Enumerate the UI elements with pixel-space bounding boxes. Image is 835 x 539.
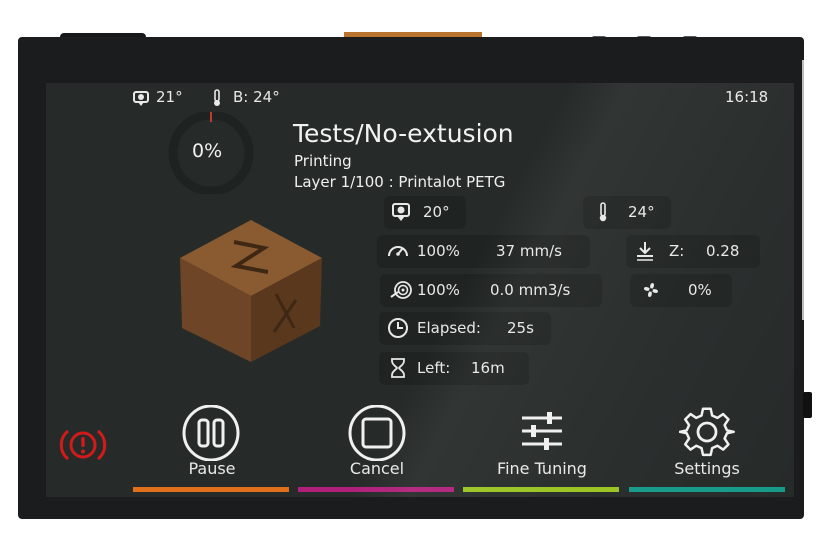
fan-icon bbox=[643, 282, 659, 298]
thermometer-icon bbox=[599, 202, 607, 222]
device-side-button[interactable] bbox=[803, 392, 812, 418]
stat-elapsed: Elapsed: 25s bbox=[379, 312, 551, 345]
speedometer-icon bbox=[388, 246, 408, 257]
stat-bed-temp: 24° bbox=[583, 196, 671, 229]
job-state: Printing bbox=[294, 152, 352, 170]
stat-fan[interactable]: 0% bbox=[630, 274, 732, 307]
clock-icon bbox=[388, 318, 408, 338]
sliders-icon bbox=[522, 412, 562, 450]
pause-indicator bbox=[133, 487, 289, 492]
stat-z-offset[interactable]: Z: 0.28 bbox=[626, 235, 760, 268]
stat-extruder-temp: 20° bbox=[384, 196, 466, 229]
stat-time-left: Left: 16m bbox=[379, 352, 529, 385]
clock: 16:18 bbox=[725, 88, 769, 106]
cancel-icon bbox=[348, 405, 406, 461]
z-offset-icon bbox=[637, 242, 653, 261]
cancel-indicator bbox=[298, 487, 454, 492]
extruder-icon bbox=[392, 203, 410, 221]
progress-ring: 0% bbox=[164, 110, 258, 196]
status-extruder-temp: 21° bbox=[156, 88, 183, 106]
status-bed-temp: B: 24° bbox=[233, 88, 280, 106]
hourglass-icon bbox=[391, 358, 405, 378]
pause-label: Pause bbox=[188, 459, 236, 478]
progress-percent: 0% bbox=[192, 140, 223, 162]
model-thumbnail bbox=[180, 220, 322, 362]
flow-icon bbox=[390, 281, 412, 299]
settings-label: Settings bbox=[674, 459, 740, 478]
stat-speed[interactable]: 100% 37 mm/s bbox=[377, 235, 590, 268]
emergency-stop-icon[interactable] bbox=[58, 425, 108, 465]
fine-tuning-indicator bbox=[463, 487, 619, 492]
extruder-icon bbox=[133, 91, 149, 106]
job-title: Tests/No-extusion bbox=[293, 119, 514, 148]
printer-screen: 21° B: 24° 16:18 0% Tests/No-extusion Pr… bbox=[46, 83, 794, 497]
gear-icon bbox=[679, 407, 735, 457]
device-edge bbox=[802, 60, 804, 320]
fine-tuning-label: Fine Tuning bbox=[497, 459, 587, 478]
stat-flow[interactable]: 100% 0.0 mm3/s bbox=[380, 274, 602, 307]
settings-indicator bbox=[629, 487, 785, 492]
job-layer-info: Layer 1/100 : Printalot PETG bbox=[294, 173, 506, 191]
pause-icon bbox=[182, 405, 240, 461]
thermometer-icon bbox=[214, 89, 220, 106]
cancel-label: Cancel bbox=[349, 459, 405, 478]
